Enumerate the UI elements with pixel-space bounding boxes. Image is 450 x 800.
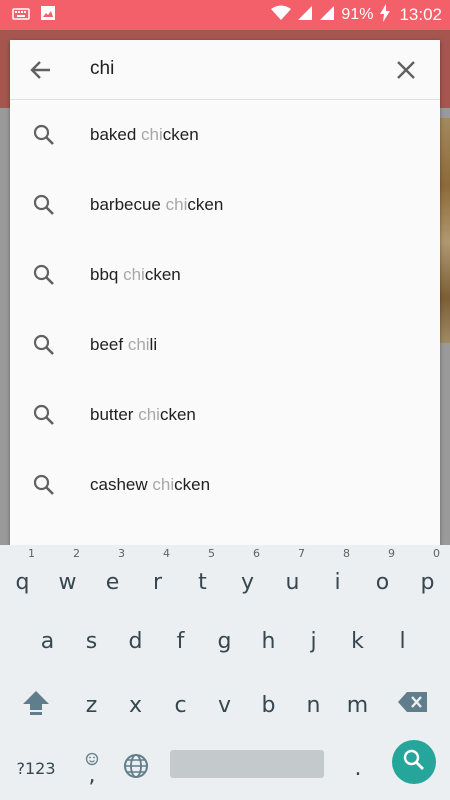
backspace-icon	[397, 690, 429, 720]
key-e[interactable]: 3e	[90, 545, 135, 609]
search-bar: chi	[10, 40, 440, 100]
shift-icon	[21, 687, 51, 723]
arrow-left-icon[interactable]	[28, 57, 54, 83]
key-v[interactable]: v	[202, 673, 247, 737]
suggestion-text: baked chicken	[90, 125, 199, 144]
signal-icon	[297, 5, 313, 25]
suggestion-item[interactable]: barbecue chicken	[10, 170, 440, 240]
close-icon[interactable]	[394, 58, 418, 82]
key-x[interactable]: x	[113, 673, 158, 737]
suggestion-text: barbecue chicken	[90, 195, 224, 214]
search-icon	[32, 263, 56, 287]
spacebar[interactable]	[170, 750, 324, 778]
suggestion-text: cashew chicken	[90, 475, 211, 494]
suggestion-text: beef chili	[90, 335, 158, 354]
soft-keyboard: 1q 2w 3e 4r 5t 6y 7u 8i 9o 0p a s d f g …	[0, 545, 450, 800]
key-r[interactable]: 4r	[135, 545, 180, 609]
search-icon	[32, 123, 56, 147]
image-icon	[40, 5, 56, 25]
keyboard-icon	[12, 6, 30, 25]
suggestion-item[interactable]: bbq chicken	[10, 240, 440, 310]
search-input[interactable]: chi	[90, 58, 114, 80]
key-h[interactable]: h	[246, 609, 291, 673]
suggestion-list: baked chicken barbecue chicken bbq chick…	[10, 100, 440, 520]
keyboard-search-button[interactable]	[392, 740, 436, 784]
language-key[interactable]	[114, 737, 158, 800]
key-u[interactable]: 7u	[270, 545, 315, 609]
clock: 13:02	[399, 5, 442, 24]
key-z[interactable]: z	[69, 673, 114, 737]
search-icon	[402, 748, 426, 776]
globe-icon	[123, 753, 149, 785]
charging-icon	[379, 4, 391, 26]
key-n[interactable]: n	[291, 673, 336, 737]
key-y[interactable]: 6y	[225, 545, 270, 609]
search-suggestions-panel: chi baked chicken barbecue chicken bbq c…	[10, 40, 440, 545]
suggestion-item[interactable]: cashew chicken	[10, 450, 440, 520]
key-k[interactable]: k	[335, 609, 380, 673]
key-t[interactable]: 5t	[180, 545, 225, 609]
key-g[interactable]: g	[202, 609, 247, 673]
key-b[interactable]: b	[246, 673, 291, 737]
shift-key[interactable]	[12, 673, 60, 737]
key-s[interactable]: s	[69, 609, 114, 673]
key-c[interactable]: c	[158, 673, 203, 737]
suggestion-item[interactable]: baked chicken	[10, 100, 440, 170]
key-a[interactable]: a	[25, 609, 70, 673]
key-i[interactable]: 8i	[315, 545, 360, 609]
backspace-key[interactable]	[388, 673, 438, 737]
search-icon	[32, 333, 56, 357]
symbols-key[interactable]: ?123	[8, 737, 64, 800]
key-p[interactable]: 0p	[405, 545, 450, 609]
key-m[interactable]: m	[335, 673, 380, 737]
period-key[interactable]: .	[336, 737, 380, 800]
battery-percent: 91%	[341, 6, 374, 23]
emoji-icon	[85, 747, 99, 772]
key-f[interactable]: f	[158, 609, 203, 673]
signal-icon	[319, 5, 335, 25]
search-icon	[32, 473, 56, 497]
key-l[interactable]: l	[380, 609, 425, 673]
key-w[interactable]: 2w	[45, 545, 90, 609]
search-icon	[32, 193, 56, 217]
key-q[interactable]: 1q	[0, 545, 45, 609]
search-icon	[32, 403, 56, 427]
wifi-icon	[271, 5, 292, 25]
suggestion-text: butter chicken	[90, 405, 196, 424]
suggestion-item[interactable]: beef chili	[10, 310, 440, 380]
key-o[interactable]: 9o	[360, 545, 405, 609]
suggestion-item[interactable]: butter chicken	[10, 380, 440, 450]
status-bar: 91% 13:02	[0, 0, 450, 30]
comma-key[interactable]: ,	[70, 737, 114, 800]
key-j[interactable]: j	[291, 609, 336, 673]
key-d[interactable]: d	[113, 609, 158, 673]
suggestion-text: bbq chicken	[90, 265, 181, 284]
